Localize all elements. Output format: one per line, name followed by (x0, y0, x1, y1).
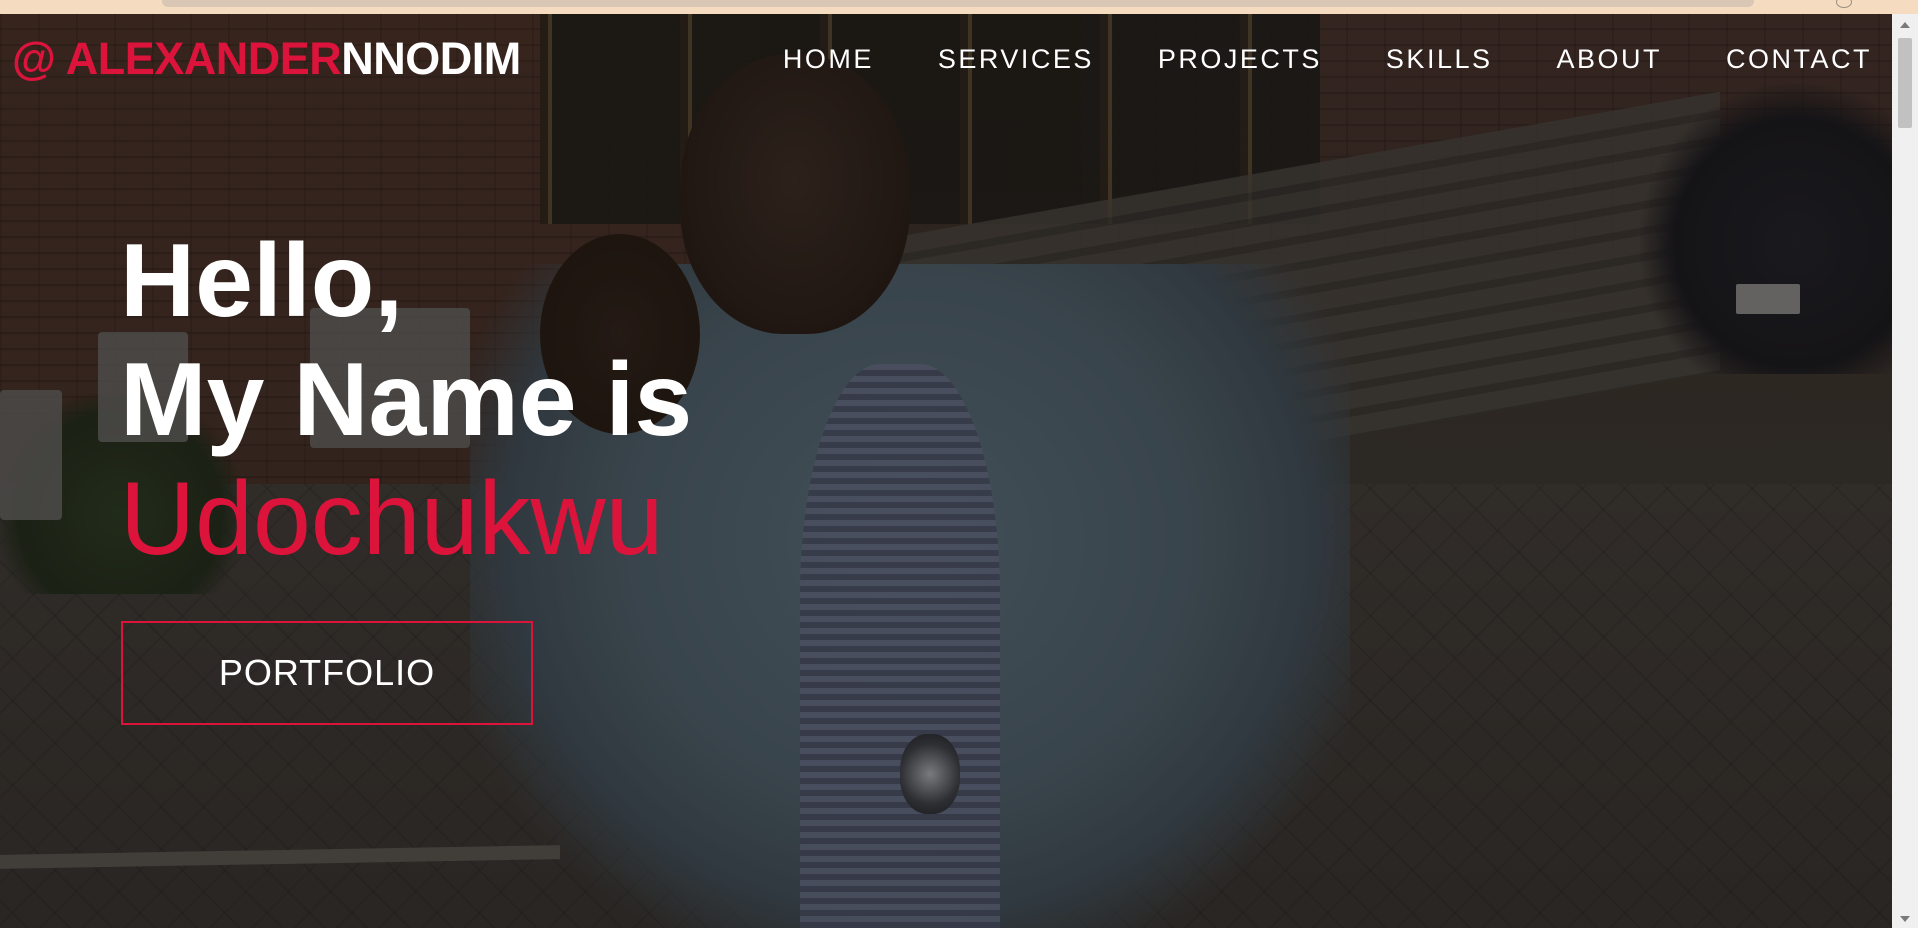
navbar: @ ALEXANDERNNODIM HOME SERVICES PROJECTS… (0, 14, 1892, 104)
nav-contact[interactable]: CONTACT (1726, 44, 1872, 75)
scroll-down-icon[interactable] (1900, 916, 1910, 922)
nav-about[interactable]: ABOUT (1556, 44, 1662, 75)
brand-logo[interactable]: @ ALEXANDERNNODIM (12, 36, 521, 81)
portfolio-button[interactable]: PORTFOLIO (121, 621, 533, 725)
hero-greeting: Hello, (120, 223, 404, 339)
scrollbar-thumb[interactable] (1898, 38, 1912, 128)
nav-services[interactable]: SERVICES (938, 44, 1094, 75)
browser-viewport: @ ALEXANDERNNODIM HOME SERVICES PROJECTS… (0, 0, 1918, 928)
main-nav: HOME SERVICES PROJECTS SKILLS ABOUT CONT… (783, 44, 1872, 75)
address-bar-edge (162, 0, 1754, 7)
brand-prefix: @ ALEXANDER (12, 33, 342, 84)
hero-intro: My Name is (120, 342, 693, 458)
nav-projects[interactable]: PROJECTS (1158, 44, 1322, 75)
hero-heading: Hello, My Name is Udochukwu (120, 222, 692, 579)
scroll-up-icon[interactable] (1900, 22, 1910, 28)
nav-home[interactable]: HOME (783, 44, 874, 75)
brand-suffix: NNODIM (341, 33, 521, 84)
page-scrollbar[interactable] (1892, 14, 1918, 928)
extension-icon[interactable] (1836, 0, 1852, 8)
browser-top-strip (0, 0, 1918, 14)
nav-skills[interactable]: SKILLS (1386, 44, 1493, 75)
hero-name: Udochukwu (120, 461, 664, 577)
